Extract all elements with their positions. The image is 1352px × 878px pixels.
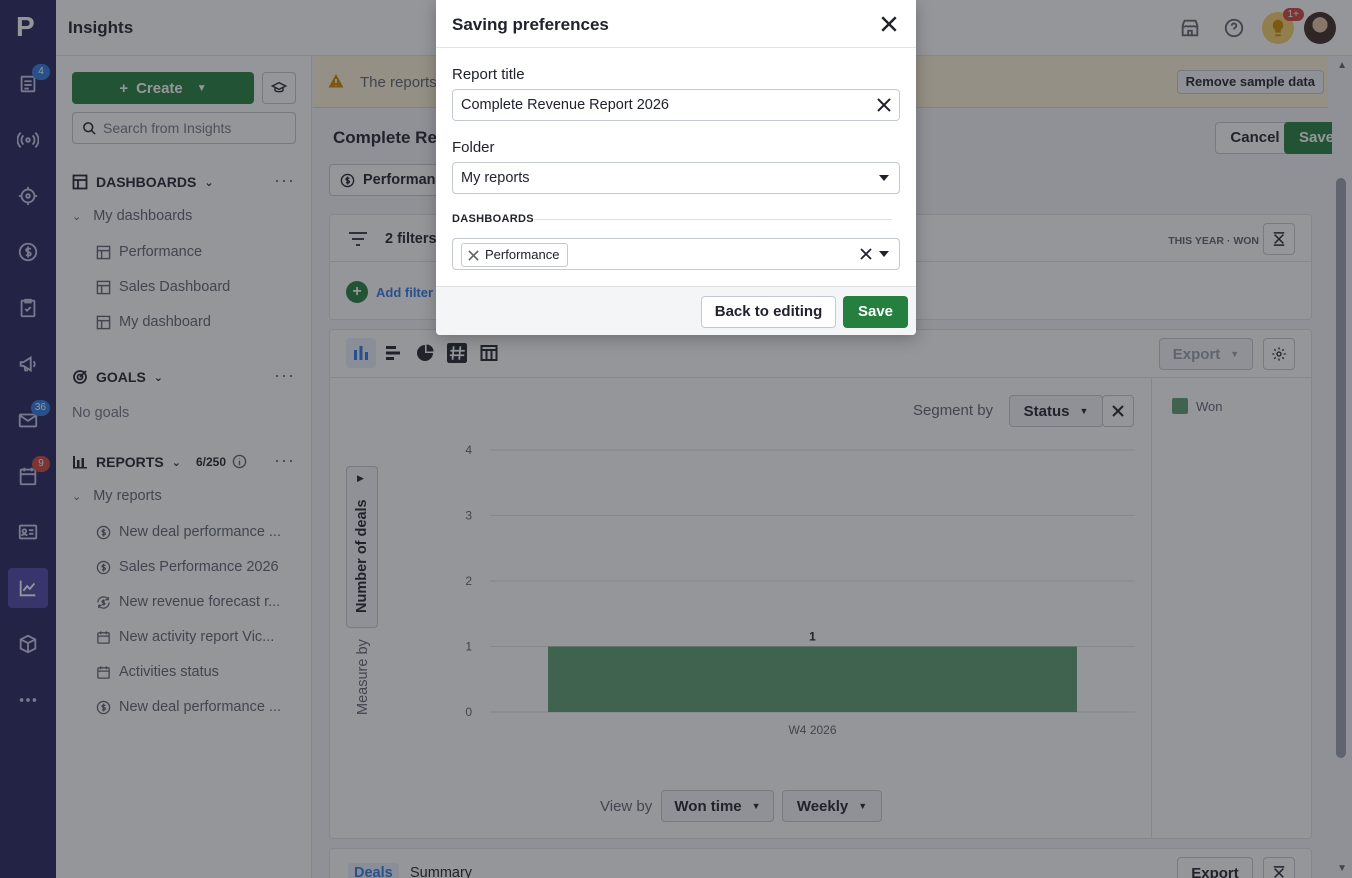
- folder-value: My reports: [461, 170, 530, 186]
- back-to-editing-button[interactable]: Back to editing: [701, 296, 836, 328]
- chevron-down-icon: [879, 175, 889, 181]
- close-icon[interactable]: [880, 15, 898, 33]
- saving-preferences-modal: Saving preferences Report title Complete…: [436, 0, 916, 335]
- clear-all-icon[interactable]: [860, 248, 872, 260]
- dashboard-chip-label: Performance: [485, 247, 560, 262]
- clear-input-icon[interactable]: [877, 98, 891, 112]
- dashboard-chip: Performance: [461, 243, 569, 267]
- modal-title: Saving preferences: [452, 15, 609, 34]
- report-title-input[interactable]: Complete Revenue Report 2026: [452, 89, 900, 121]
- dashboards-multiselect[interactable]: Performance: [452, 238, 900, 270]
- chevron-down-icon[interactable]: [879, 251, 889, 257]
- remove-chip-icon[interactable]: [468, 249, 479, 261]
- dashboards-section-label: DASHBOARDS: [452, 213, 534, 225]
- dashboards-divider: [534, 219, 892, 220]
- folder-label: Folder: [452, 139, 495, 156]
- report-title-value: Complete Revenue Report 2026: [461, 97, 669, 113]
- modal-save-button[interactable]: Save: [843, 296, 908, 328]
- modal-header: Saving preferences: [436, 0, 916, 48]
- modal-footer: Back to editing Save: [436, 286, 916, 335]
- report-title-label: Report title: [452, 66, 525, 83]
- folder-select[interactable]: My reports: [452, 162, 900, 194]
